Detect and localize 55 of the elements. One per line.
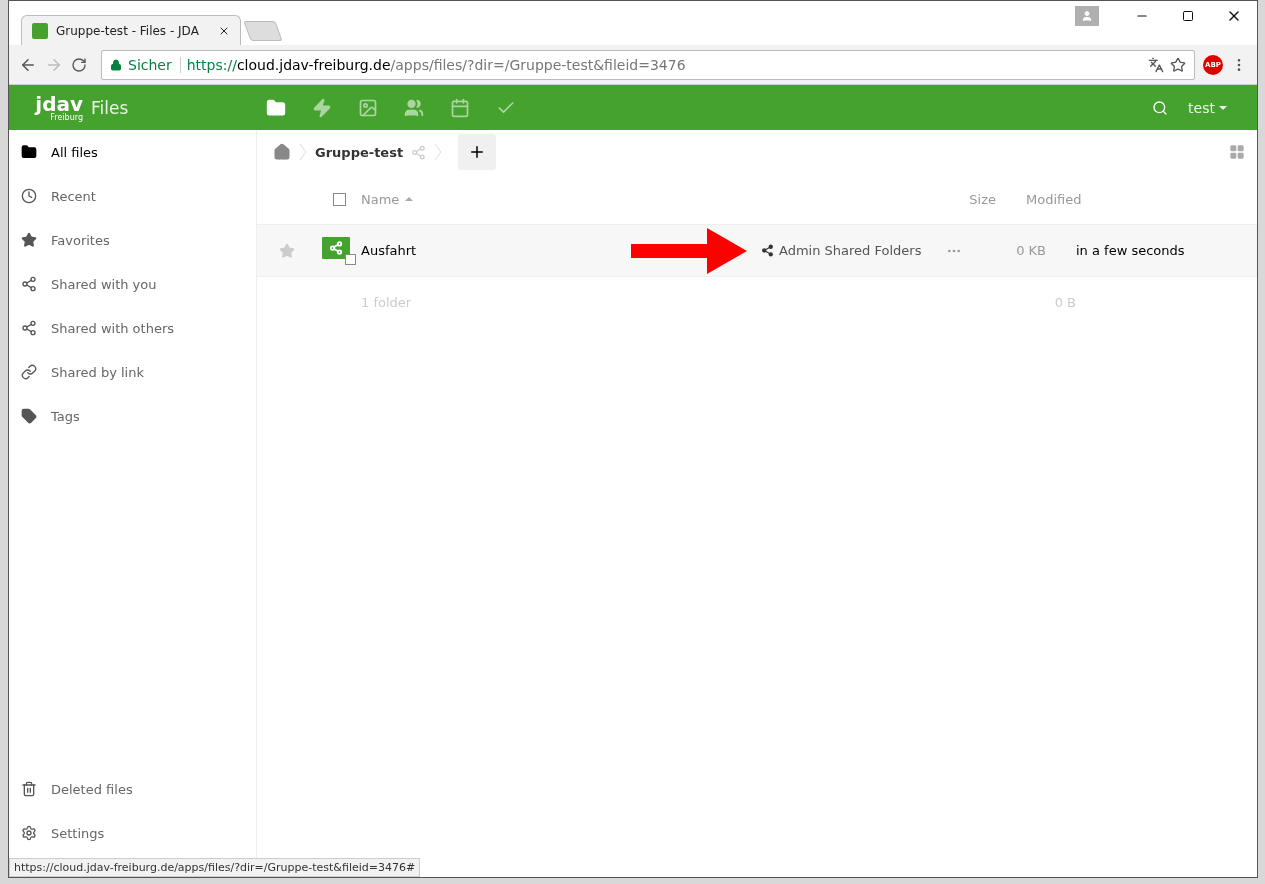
maximize-icon [1182, 10, 1194, 22]
reload-icon[interactable] [71, 56, 87, 73]
sidebar-item[interactable]: Shared with others [9, 306, 256, 350]
home-icon[interactable] [273, 143, 291, 161]
tag-icon [21, 408, 37, 424]
share-link[interactable]: Admin Shared Folders [761, 243, 946, 258]
folder-icon [21, 144, 37, 160]
new-button[interactable] [458, 134, 497, 170]
chevron-icon [299, 143, 307, 161]
sidebar-item[interactable]: Recent [9, 174, 256, 218]
url-tooltip: https://cloud.jdav-freiburg.de/apps/files/?dir=/Gruppe-test&fileid=3476# [9, 858, 421, 877]
sidebar-item[interactable]: Shared by link [9, 350, 256, 394]
modified-time: in a few seconds [1075, 243, 1186, 258]
calendar-icon[interactable] [450, 97, 470, 118]
address-bar[interactable]: Sicher https://cloud.jdav-freiburg.de/apps/files/?dir=/Gruppe-test&fileid=3476 [101, 49, 1195, 80]
favicon-icon [32, 22, 48, 39]
shared-folder-icon [322, 236, 356, 265]
share-icon [21, 320, 37, 336]
file-name[interactable]: Ausfahrt [361, 243, 631, 258]
trash-icon [21, 781, 37, 797]
logo[interactable]: jdav Freiburg [21, 93, 83, 122]
url-text: https://cloud.jdav-freiburg.de/apps/files/?dir=/Gruppe-test&fileid=3476 [186, 56, 687, 73]
settings-icon [21, 825, 37, 841]
star-icon[interactable] [279, 242, 295, 259]
sidebar-item[interactable]: Settings [9, 811, 256, 855]
sidebar-item[interactable]: Deleted files [9, 767, 256, 811]
lock-icon [110, 58, 122, 71]
app-title: Files [91, 97, 130, 118]
search-icon[interactable] [1152, 99, 1169, 116]
bookmark-star-icon[interactable] [1170, 56, 1186, 73]
translate-icon[interactable] [1148, 56, 1164, 73]
person-icon [1081, 10, 1093, 22]
profile-button[interactable] [1075, 6, 1099, 26]
file-size: 0 KB [1015, 243, 1046, 258]
link-icon [21, 364, 37, 380]
share-icon [761, 244, 774, 257]
sidebar-item[interactable]: Favorites [9, 218, 256, 262]
lightning-icon[interactable] [312, 97, 332, 118]
share-icon [21, 276, 37, 292]
chevron-icon [434, 143, 443, 161]
tab-title: Gruppe-test - Files - JDA [56, 23, 200, 38]
grid-view-icon[interactable] [1229, 144, 1245, 160]
new-tab-button[interactable] [243, 21, 283, 41]
star-icon [21, 232, 37, 248]
clock-icon [21, 188, 37, 204]
image-icon[interactable] [358, 97, 378, 118]
breadcrumb-link[interactable]: Gruppe-test [315, 144, 404, 160]
sidebar-item[interactable]: Tags [9, 394, 256, 438]
people-icon[interactable] [404, 97, 424, 118]
sidebar-item[interactable]: All files [9, 130, 256, 174]
security-label: Sicher [128, 56, 181, 73]
sidebar-item[interactable]: Shared with you [9, 262, 256, 306]
folder-icon[interactable] [266, 97, 286, 118]
browser-tab[interactable]: Gruppe-test - Files - JDA [21, 15, 241, 45]
select-all-checkbox[interactable] [332, 192, 346, 206]
